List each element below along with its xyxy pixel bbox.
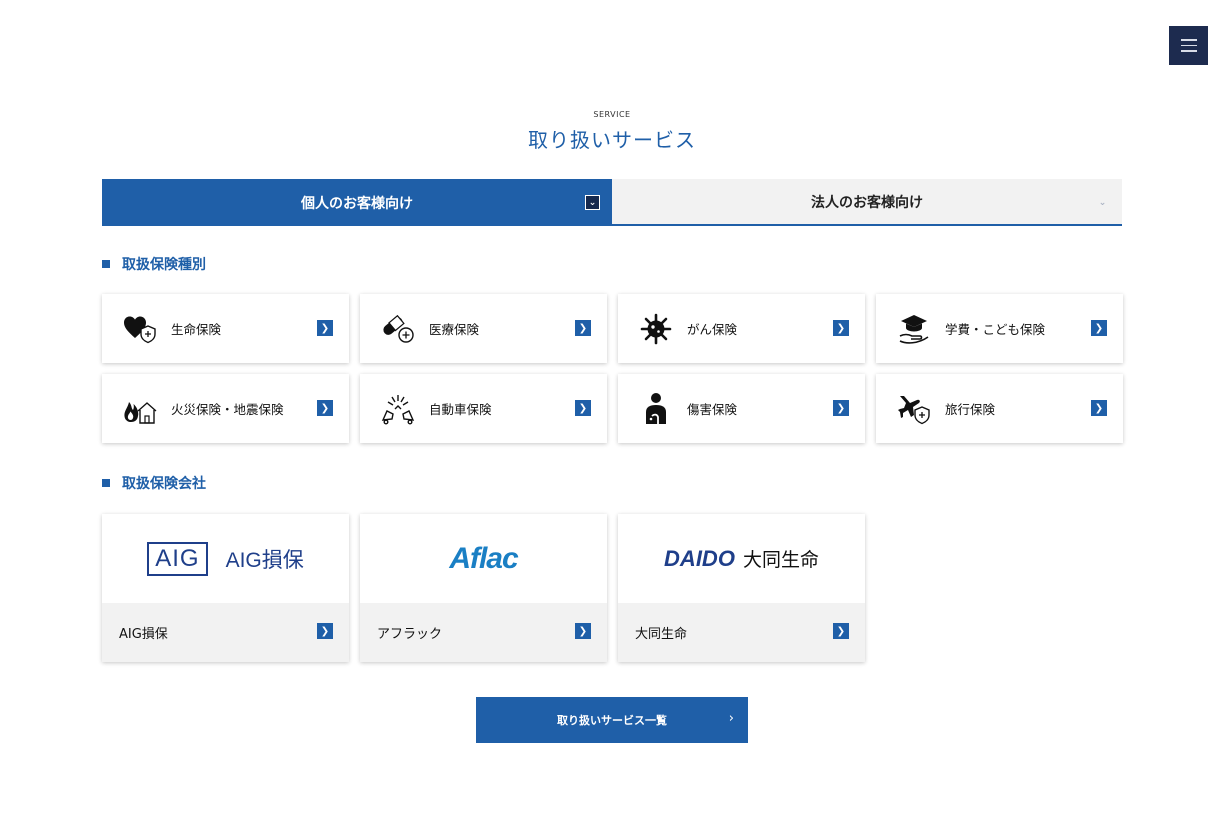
heart-shield-icon (123, 312, 157, 346)
card-label: 火災保険・地震保険 (171, 402, 284, 417)
card-auto-insurance[interactable]: 自動車保険 ❯ (360, 374, 607, 443)
chevron-right-icon: ❯ (317, 623, 333, 639)
card-label: 学費・こども保険 (945, 322, 1046, 337)
chevron-right-icon: ❯ (575, 320, 591, 336)
company-label: AIG損保 (119, 627, 168, 642)
card-label: 傷害保険 (687, 402, 738, 417)
card-label: 医療保険 (429, 322, 480, 337)
aig-logo: AIG AIG損保 (102, 514, 349, 603)
tab-individual[interactable]: 個人のお客様向け ⌄ (102, 179, 612, 226)
fire-house-icon (123, 392, 157, 426)
audience-tabs: 個人のお客様向け ⌄ 法人のお客様向け ⌄ (102, 179, 1122, 226)
chevron-right-icon: ❯ (1091, 320, 1107, 336)
chevron-right-icon: ❯ (833, 623, 849, 639)
graduation-cap-hand-icon (897, 312, 931, 346)
chevron-right-icon: ❯ (833, 400, 849, 416)
aflac-logo: Aflac (449, 541, 518, 575)
card-accident-insurance[interactable]: 傷害保険 ❯ (618, 374, 865, 443)
pill-shield-icon (381, 312, 415, 346)
card-cancer-insurance[interactable]: がん保険 ❯ (618, 294, 865, 363)
chevron-right-icon: ❯ (575, 400, 591, 416)
tab-label: 個人のお客様向け (301, 195, 413, 212)
chevron-down-icon: ⌄ (585, 195, 600, 210)
chevron-down-icon: ⌄ (1098, 197, 1107, 208)
card-label: がん保険 (687, 322, 738, 337)
chevron-right-icon: ❯ (1091, 400, 1107, 416)
tab-corporate[interactable]: 法人のお客様向け ⌄ (612, 179, 1122, 226)
card-label: 旅行保険 (945, 402, 996, 417)
chevron-right-icon: ❯ (317, 400, 333, 416)
company-card-aflac[interactable]: Aflac アフラック ❯ (360, 514, 607, 662)
company-label: 大同生命 (635, 627, 688, 642)
section-eyebrow: SERVICE (593, 110, 631, 119)
insurance-companies-heading: 取扱保険会社 (102, 473, 206, 493)
square-bullet-icon (102, 260, 110, 268)
square-bullet-icon (102, 479, 110, 487)
chevron-right-icon: › (728, 711, 734, 726)
hamburger-icon (1180, 39, 1197, 41)
card-medical-insurance[interactable]: 医療保険 ❯ (360, 294, 607, 363)
page-title: 取り扱いサービス (528, 128, 696, 152)
company-card-aig[interactable]: AIG AIG損保 AIG損保 ❯ (102, 514, 349, 662)
insurance-types-heading: 取扱保険種別 (102, 254, 206, 274)
card-label: 自動車保険 (429, 402, 492, 417)
tab-label: 法人のお客様向け (811, 194, 923, 211)
card-fire-insurance[interactable]: 火災保険・地震保険 ❯ (102, 374, 349, 443)
injured-person-icon (639, 392, 673, 426)
virus-icon (639, 312, 673, 346)
company-card-daido[interactable]: DAIDO 大同生命 大同生命 ❯ (618, 514, 865, 662)
chevron-right-icon: ❯ (833, 320, 849, 336)
button-label: 取り扱いサービス一覧 (557, 714, 667, 727)
company-label: アフラック (377, 627, 443, 642)
card-life-insurance[interactable]: 生命保険 ❯ (102, 294, 349, 363)
chevron-right-icon: ❯ (317, 320, 333, 336)
hamburger-menu-button[interactable] (1169, 26, 1208, 65)
airplane-shield-icon (897, 392, 931, 426)
card-travel-insurance[interactable]: 旅行保険 ❯ (876, 374, 1123, 443)
card-education-insurance[interactable]: 学費・こども保険 ❯ (876, 294, 1123, 363)
car-crash-icon (381, 392, 415, 426)
chevron-right-icon: ❯ (575, 623, 591, 639)
daido-logo: DAIDO 大同生命 (664, 545, 819, 572)
service-list-button[interactable]: 取り扱いサービス一覧 › (476, 697, 748, 743)
card-label: 生命保険 (171, 322, 222, 337)
